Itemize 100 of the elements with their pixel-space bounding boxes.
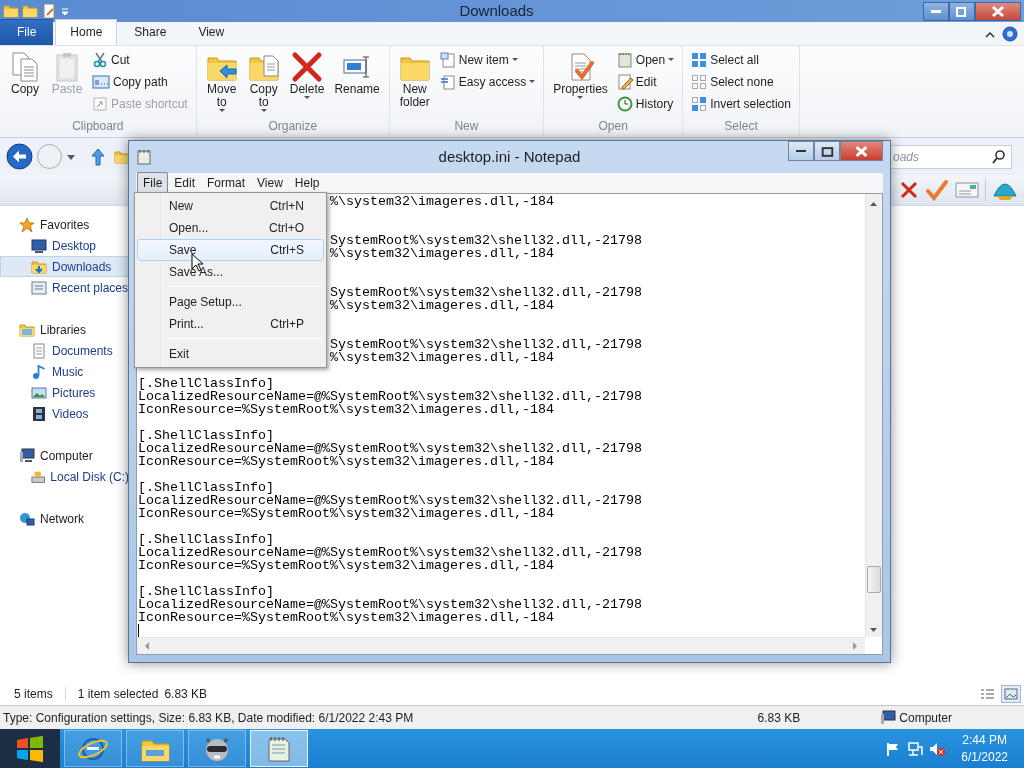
picture-icon <box>31 384 47 401</box>
text-line: LocalizedResourceName=@%SystemRoot%\system32\shell32.dll,-21798 <box>138 389 642 404</box>
details-text: Type: Configuration settings, Size: 6.83 KB, Date modified: 6/1/2022 2:43 PM <box>3 709 414 727</box>
search-icon[interactable] <box>991 148 1007 165</box>
network-icon <box>19 510 35 527</box>
ribbon-button[interactable]: History <box>613 93 678 114</box>
ribbon-tab[interactable]: Share <box>119 19 182 45</box>
x-mark-icon[interactable] <box>899 180 919 200</box>
clock-date: 6/1/2022 <box>961 748 1008 766</box>
ribbon-tab[interactable]: Home <box>55 19 118 45</box>
nav-item[interactable]: Libraries <box>0 319 130 340</box>
nav-item[interactable]: Desktop <box>0 235 130 256</box>
scroll-right-arrow[interactable] <box>850 640 860 652</box>
notepad-icon[interactable] <box>136 149 152 165</box>
location-text: Computer <box>899 709 952 727</box>
nav-item[interactable]: Network <box>0 508 130 529</box>
collapse-icon[interactable] <box>984 29 996 39</box>
nav-item[interactable]: Computer <box>0 445 130 466</box>
menu-item[interactable]: File <box>137 172 169 194</box>
nav-item[interactable]: Documents <box>0 340 130 361</box>
ribbon-tab[interactable]: View <box>183 19 240 45</box>
document-icon[interactable] <box>41 3 57 19</box>
star-icon <box>19 216 35 233</box>
minimize-button[interactable] <box>788 141 814 161</box>
ribbon-button[interactable]: Select all <box>688 49 794 70</box>
nav-item[interactable]: Music <box>0 361 130 382</box>
ribbon-button[interactable]: Delete <box>285 49 329 117</box>
menu-item[interactable]: Format <box>201 172 252 194</box>
horizontal-scrollbar[interactable] <box>137 637 865 654</box>
ribbon-button[interactable]: Open <box>613 49 678 70</box>
taskbar-button[interactable] <box>188 730 246 767</box>
ribbon-button[interactable]: Cut <box>89 49 191 70</box>
scroll-thumb[interactable] <box>867 566 881 593</box>
maximize-button[interactable] <box>814 141 840 161</box>
up-arrow-icon[interactable] <box>91 147 105 166</box>
text-line: %\system32\imageres.dll,-184 <box>329 350 554 365</box>
text-line: %\system32\imageres.dll,-184 <box>329 194 554 209</box>
text-line: [.ShellClassInfo] <box>138 480 274 495</box>
squares-icon <box>691 51 708 68</box>
search-field[interactable]: oads <box>891 144 1012 169</box>
dropdown-icon[interactable] <box>66 152 76 161</box>
network-icon[interactable] <box>907 740 924 757</box>
menu-item[interactable]: Page Setup... <box>137 291 324 313</box>
nav-item[interactable]: Downloads <box>0 256 130 277</box>
ribbon-button[interactable]: Rename <box>330 49 384 117</box>
minimize-button[interactable] <box>923 1 949 21</box>
nav-item[interactable]: Local Disk (C:) <box>0 466 130 487</box>
menu-item[interactable]: Save As... <box>137 261 324 283</box>
ribbon-button[interactable]: Easy access <box>436 71 539 92</box>
large-icons-view-button[interactable] <box>1001 685 1021 703</box>
ribbon-button[interactable]: Properties <box>549 49 612 117</box>
help-icon[interactable] <box>1002 26 1018 42</box>
group-label: Organize <box>267 118 319 135</box>
text-line: IconResource=%SystemRoot%\system32\imageres.dll,-184 <box>138 610 554 625</box>
ribbon-button[interactable]: Copy path <box>89 71 191 92</box>
x-mark-icon <box>291 51 324 83</box>
ribbon-tab[interactable]: File <box>0 19 54 45</box>
nav-item[interactable]: Favorites <box>0 214 130 235</box>
text-line: [.ShellClassInfo] <box>138 532 274 547</box>
menu-item[interactable]: Print... Ctrl+P <box>137 313 324 335</box>
ribbon-button[interactable]: New folder <box>394 49 435 117</box>
menu-item[interactable]: Open... Ctrl+O <box>137 217 324 239</box>
squares-outline-icon <box>691 73 708 90</box>
ribbon-button[interactable]: Move to <box>201 49 242 117</box>
ribbon-button[interactable]: Invert selection <box>688 93 794 114</box>
vertical-scrollbar[interactable] <box>865 194 882 637</box>
close-button[interactable] <box>840 141 883 161</box>
taskbar-button[interactable] <box>64 730 122 767</box>
text-cursor <box>138 624 139 637</box>
start-button[interactable] <box>0 729 60 768</box>
menu-item[interactable]: New Ctrl+N <box>137 195 324 217</box>
ribbon-button[interactable]: Copy <box>5 49 45 117</box>
minimize-icon <box>931 9 941 13</box>
clock-time: 2:44 PM <box>961 731 1008 749</box>
text-line: %\system32\imageres.dll,-184 <box>329 246 554 261</box>
menu-item[interactable]: Exit <box>137 343 324 365</box>
ribbon-button[interactable]: Edit <box>613 71 678 92</box>
menu-item[interactable]: Edit <box>168 172 202 194</box>
group-label: Select <box>723 118 759 135</box>
back-button[interactable] <box>6 143 33 170</box>
nav-item[interactable]: Videos <box>0 403 130 424</box>
checkmark-icon[interactable] <box>925 179 949 201</box>
caret-icon <box>260 109 267 112</box>
folder-icon[interactable] <box>3 3 19 19</box>
menu-item[interactable]: Help <box>288 172 326 194</box>
ribbon-button[interactable]: Copy to <box>243 49 284 117</box>
text-line: [.ShellClassInfo] <box>138 584 274 599</box>
restore-button[interactable] <box>949 1 975 21</box>
folder-icon[interactable] <box>22 3 38 19</box>
ribbon-button[interactable]: New item <box>436 49 539 70</box>
menu-item[interactable]: View <box>251 172 289 194</box>
menu-item[interactable]: Save Ctrl+S <box>137 239 324 261</box>
nav-item[interactable]: Recent places <box>0 277 130 298</box>
card-icon[interactable] <box>955 181 979 199</box>
ribbon-button[interactable]: Select none <box>688 71 794 92</box>
close-button[interactable] <box>975 1 1021 21</box>
nav-item[interactable]: Pictures <box>0 382 130 403</box>
caret-icon <box>511 58 518 61</box>
squares-mixed-icon <box>691 95 708 112</box>
file-size: 6.83 KB <box>757 709 801 727</box>
